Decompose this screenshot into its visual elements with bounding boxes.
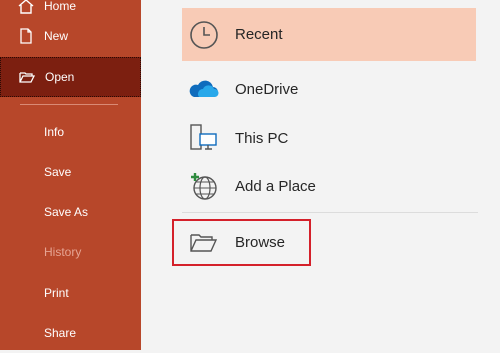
- backstage-sidebar: Home New Open Info Save Save As History …: [0, 0, 141, 350]
- cloud-icon: [188, 73, 220, 105]
- open-locations-panel: Recent OneDrive This PC Add a Place Brow…: [141, 0, 500, 350]
- sidebar-item-info[interactable]: Info: [0, 112, 141, 152]
- sidebar-item-label: New: [44, 29, 69, 43]
- folder-open-icon: [18, 68, 36, 86]
- sidebar-item-share[interactable]: Share: [0, 313, 141, 353]
- sidebar-item-label: Info: [44, 125, 65, 139]
- sidebar-item-history: History: [0, 232, 141, 272]
- sidebar-item-label: Save As: [44, 205, 89, 219]
- home-icon: [17, 0, 35, 15]
- sidebar-item-new[interactable]: New: [0, 16, 141, 56]
- sidebar-item-print[interactable]: Print: [0, 273, 141, 313]
- location-add-a-place[interactable]: Add a Place: [182, 162, 476, 210]
- location-recent[interactable]: Recent: [182, 8, 476, 61]
- location-onedrive[interactable]: OneDrive: [182, 65, 476, 113]
- new-document-icon: [17, 27, 35, 45]
- location-label: Recent: [235, 26, 283, 43]
- location-label: Add a Place: [235, 177, 316, 195]
- sidebar-item-label: Save: [44, 165, 72, 179]
- locations-divider: [182, 212, 478, 213]
- browse-highlight-outline: [172, 219, 311, 266]
- globe-add-icon: [188, 170, 220, 202]
- clock-icon: [188, 19, 220, 51]
- sidebar-item-label: Share: [44, 326, 77, 340]
- sidebar-item-label: History: [44, 245, 82, 259]
- location-label: This PC: [235, 129, 289, 147]
- location-this-pc[interactable]: This PC: [182, 114, 476, 162]
- sidebar-item-open[interactable]: Open: [0, 57, 141, 97]
- sidebar-item-label: Home: [44, 0, 77, 13]
- sidebar-item-save-as[interactable]: Save As: [0, 192, 141, 232]
- location-label: OneDrive: [235, 80, 299, 98]
- sidebar-divider: [20, 104, 118, 105]
- sidebar-item-label: Open: [45, 70, 75, 84]
- sidebar-item-label: Print: [44, 286, 69, 300]
- computer-icon: [188, 122, 220, 154]
- sidebar-item-save[interactable]: Save: [0, 152, 141, 192]
